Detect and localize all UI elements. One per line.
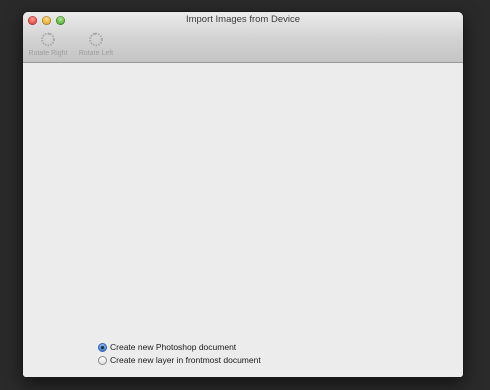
radio-new-layer[interactable]	[98, 355, 107, 365]
rotate-left-label: Rotate Left	[78, 50, 114, 57]
option-label: Create new layer in frontmost document	[110, 355, 261, 365]
rotate-left-icon	[89, 32, 103, 47]
option-new-document[interactable]: Create new Photoshop document	[98, 341, 261, 353]
window-title: Import Images from Device	[185, 14, 301, 25]
image-preview-area: Create new Photoshop document Create new…	[23, 63, 463, 377]
option-new-layer[interactable]: Create new layer in frontmost document	[98, 354, 261, 366]
rotate-right-button[interactable]: Rotate Right	[27, 30, 69, 57]
desktop: Import Images from Device Rotate Right R…	[0, 0, 490, 390]
title-bar: Import Images from Device Rotate Right R…	[23, 12, 463, 63]
rotate-right-label: Rotate Right	[28, 50, 68, 57]
toolbar: Rotate Right Rotate Left	[27, 30, 117, 57]
option-label: Create new Photoshop document	[110, 342, 237, 352]
radio-new-document[interactable]	[98, 342, 107, 352]
rotate-right-icon	[41, 32, 55, 47]
rotate-left-button[interactable]: Rotate Left	[75, 30, 117, 57]
import-options: Create new Photoshop document Create new…	[98, 341, 261, 367]
import-images-window: Import Images from Device Rotate Right R…	[23, 12, 463, 377]
